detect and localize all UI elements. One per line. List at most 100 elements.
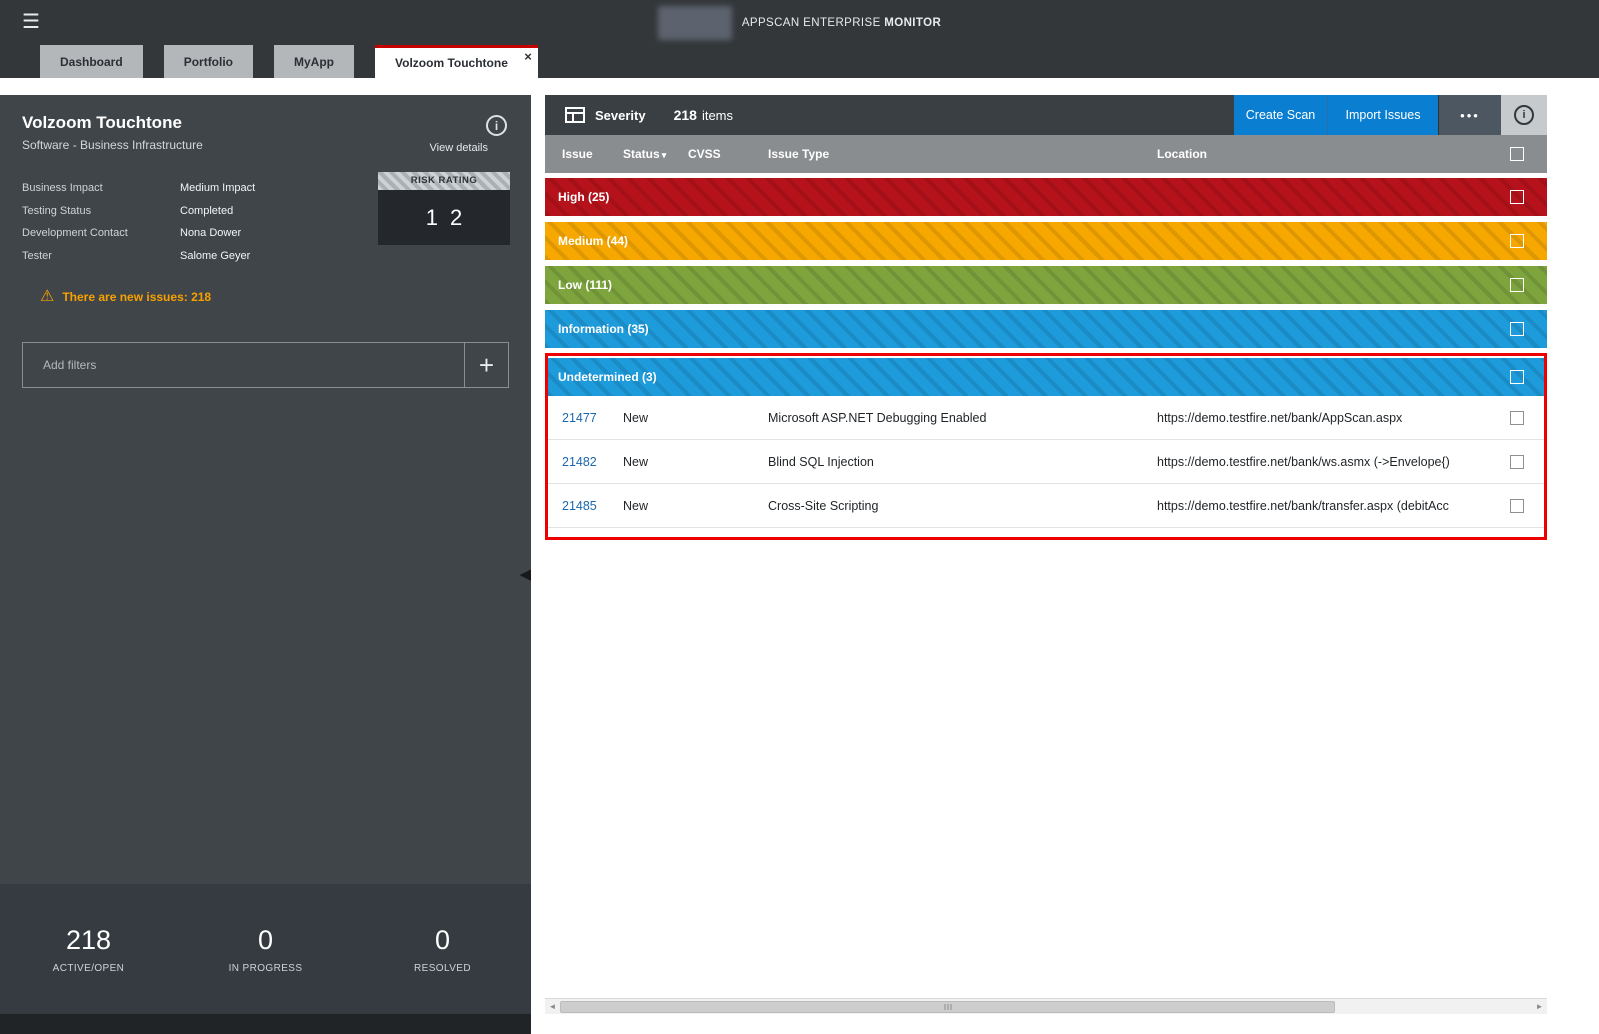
issue-row[interactable]: 21477 New Microsoft ASP.NET Debugging En… [548,396,1544,440]
row-checkbox[interactable] [1510,455,1524,469]
severity-group-medium[interactable]: Medium (44) [545,222,1547,260]
issue-type: Cross-Site Scripting [768,499,1157,513]
table-header: Issue Status▾ CVSS Issue Type Location [545,135,1547,173]
info-icon: i [1514,105,1534,125]
field-testing-status: Testing Status Completed [22,200,352,223]
risk-rating-label: RISK RATING [378,172,510,190]
redacted-logo [658,6,732,40]
tab-dashboard[interactable]: Dashboard [40,45,143,78]
issue-id-link[interactable]: 21482 [562,455,623,469]
issue-row[interactable]: 21485 New Cross-Site Scripting https://d… [548,484,1544,528]
undetermined-highlight-box: Undetermined (3) 21477 New Microsoft ASP… [545,353,1547,540]
scrollbar-grip [944,1004,951,1010]
group-label: Medium (44) [558,234,628,248]
row-checkbox[interactable] [1510,411,1524,425]
issues-toolbar: Severity 218 items Create Scan Import Is… [545,95,1547,135]
scrollbar-track[interactable] [560,999,1532,1015]
field-label: Development Contact [22,227,180,239]
field-business-impact: Business Impact Medium Impact [22,177,352,200]
issues-panel: Severity 218 items Create Scan Import Is… [545,95,1547,1014]
issue-row[interactable]: 21482 New Blind SQL Injection https://de… [548,440,1544,484]
column-issue[interactable]: Issue [562,147,623,161]
group-by-label[interactable]: Severity [595,108,646,123]
tab-label: Volzoom Touchtone [395,56,508,70]
issue-status: New [623,455,688,469]
scroll-left-icon[interactable]: ◄ [545,1002,560,1011]
stat-resolved: 0 RESOLVED [354,925,531,974]
field-label: Testing Status [22,205,180,217]
field-label: Business Impact [22,182,180,194]
stat-label: RESOLVED [354,963,531,974]
add-filter-button[interactable]: + [464,342,509,388]
application-subtitle: Software - Business Infrastructure [22,138,203,152]
severity-group-information[interactable]: Information (35) [545,310,1547,348]
group-checkbox[interactable] [1510,190,1524,204]
panel-info-button[interactable]: i [1501,95,1547,135]
stat-value: 0 [354,925,531,956]
application-fields: Business Impact Medium Impact Testing St… [22,177,352,267]
risk-rating-block: RISK RATING 12 [378,172,510,245]
close-tab-icon[interactable]: × [524,49,532,64]
items-count: 218 [674,107,697,123]
new-issues-warning: ⚠ There are new issues: 218 [40,289,211,305]
field-tester: Tester Salome Geyer [22,245,352,268]
create-scan-button[interactable]: Create Scan [1234,95,1327,135]
row-checkbox[interactable] [1510,499,1524,513]
stat-label: IN PROGRESS [177,963,354,974]
import-issues-button[interactable]: Import Issues [1327,95,1438,135]
stat-value: 218 [0,925,177,956]
view-details-link[interactable]: View details [430,142,489,154]
app-title-text: APPSCAN ENTERPRISE [742,17,881,29]
info-icon[interactable]: i [486,115,507,136]
group-by-icon [565,107,585,123]
sort-down-icon: ▾ [662,150,667,160]
tab-myapp[interactable]: MyApp [274,45,354,78]
column-issue-type[interactable]: Issue Type [768,147,1157,161]
select-all-checkbox[interactable] [1510,147,1524,161]
scroll-right-icon[interactable]: ► [1532,1002,1547,1011]
severity-group-low[interactable]: Low (111) [545,266,1547,304]
severity-group-high[interactable]: High (25) [545,178,1547,216]
scrollbar-thumb[interactable] [560,1001,1335,1013]
field-value: Medium Impact [180,182,255,194]
issue-id-link[interactable]: 21477 [562,411,623,425]
group-label: Undetermined (3) [558,370,657,384]
stat-in-progress: 0 IN PROGRESS [177,925,354,974]
column-cvss[interactable]: CVSS [688,147,768,161]
severity-group-undetermined[interactable]: Undetermined (3) [548,358,1544,396]
app-title: APPSCAN ENTERPRISE MONITOR [742,17,941,29]
issue-type: Microsoft ASP.NET Debugging Enabled [768,411,1157,425]
risk-rating-value: 12 [378,190,510,245]
tab-volzoom-touchtone[interactable]: Volzoom Touchtone × [375,45,538,78]
field-value: Nona Dower [180,227,241,239]
column-status-label: Status [623,147,660,161]
group-checkbox[interactable] [1510,370,1524,384]
issue-status: New [623,411,688,425]
issue-location: https://demo.testfire.net/bank/ws.asmx (… [1157,455,1510,469]
field-value: Completed [180,205,233,217]
items-count-label: items [702,108,733,123]
group-checkbox[interactable] [1510,234,1524,248]
tab-portfolio[interactable]: Portfolio [164,45,253,78]
application-title: Volzoom Touchtone [22,113,182,133]
panel-footer-strip [0,1014,531,1034]
app-title-bold: MONITOR [884,17,941,29]
add-filters-input[interactable] [22,342,465,388]
group-checkbox[interactable] [1510,278,1524,292]
issue-stats: 218 ACTIVE/OPEN 0 IN PROGRESS 0 RESOLVED [0,884,531,1014]
issue-location: https://demo.testfire.net/bank/AppScan.a… [1157,411,1510,425]
warning-icon: ⚠ [40,289,54,305]
application-details-panel: Volzoom Touchtone Software - Business In… [0,95,531,1034]
issue-id-link[interactable]: 21485 [562,499,623,513]
issue-location: https://demo.testfire.net/bank/transfer.… [1157,499,1510,513]
tab-bar: Dashboard Portfolio MyApp Volzoom Toucht… [0,45,1599,78]
field-value: Salome Geyer [180,250,250,262]
warning-text: There are new issues: 218 [62,290,211,304]
app-title-area: APPSCAN ENTERPRISE MONITOR [0,0,1599,45]
collapse-panel-icon[interactable]: ◀ [519,565,531,583]
horizontal-scrollbar[interactable]: ◄ ► [545,998,1547,1014]
group-checkbox[interactable] [1510,322,1524,336]
more-actions-button[interactable]: ••• [1438,95,1501,135]
column-location[interactable]: Location [1157,147,1510,161]
column-status[interactable]: Status▾ [623,147,688,161]
